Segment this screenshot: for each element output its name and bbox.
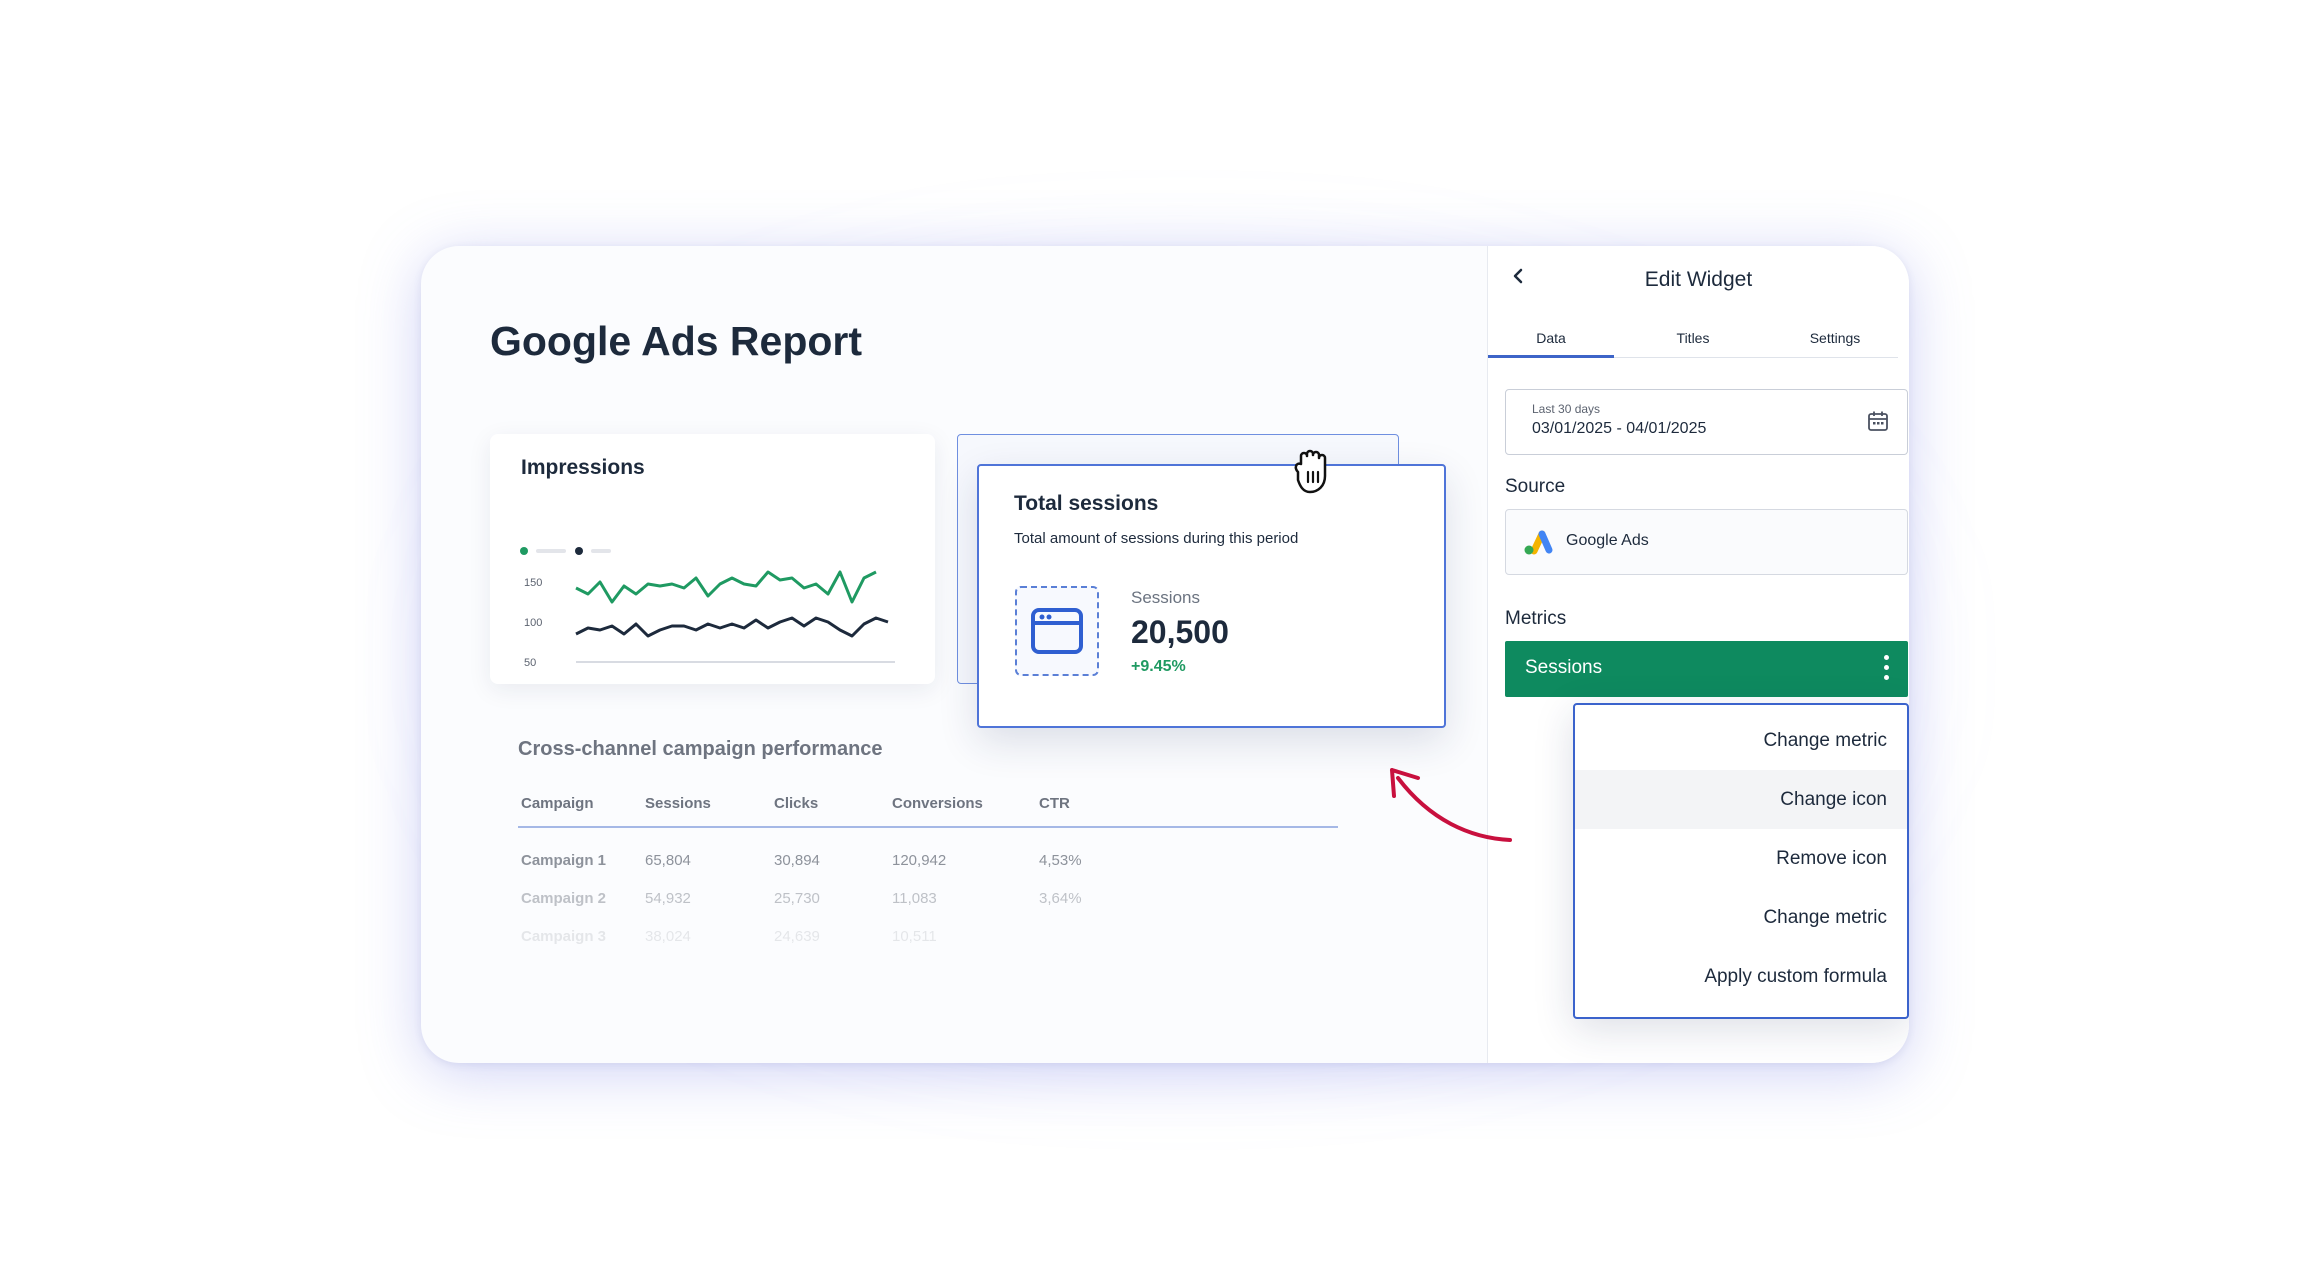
campaign-table: Campaign Sessions Clicks Conversions CTR… [518, 784, 1338, 956]
column-header[interactable]: Clicks [774, 784, 818, 824]
table-cell: 25,730 [774, 890, 820, 907]
y-tick-label: 50 [524, 657, 536, 669]
date-range-value: 03/01/2025 - 04/01/2025 [1532, 420, 1707, 437]
panel-title: Edit Widget [1644, 268, 1753, 291]
table-cell: 30,894 [774, 852, 820, 869]
menu-item-apply-custom-formula[interactable]: Apply custom formula [1575, 947, 1907, 1006]
source-selector[interactable]: Google Ads [1505, 509, 1908, 575]
metric-change: +9.45% [1131, 658, 1186, 675]
menu-item-change-metric-2[interactable]: Change metric [1575, 888, 1907, 947]
table-cell: 120,942 [892, 852, 947, 869]
tab-data[interactable]: Data [1488, 318, 1614, 358]
series-b-line [575, 616, 889, 638]
edit-widget-panel: Edit Widget Data Titles Settings Last 30… [1487, 246, 1909, 1063]
menu-item-change-metric[interactable]: Change metric [1575, 711, 1907, 770]
page-title: Google Ads Report [490, 318, 863, 364]
calendar-icon[interactable] [1867, 410, 1889, 432]
metric-label: Sessions [1131, 588, 1200, 607]
table-cell: 38,024 [645, 928, 691, 945]
source-section-title: Source [1505, 476, 1566, 497]
tab-titles[interactable]: Titles [1630, 318, 1756, 358]
metrics-section-title: Metrics [1505, 608, 1567, 629]
table-cell: 11,083 [892, 890, 937, 907]
google-ads-icon [1524, 530, 1553, 555]
legend-bar-series-b [591, 549, 611, 553]
table-cell: 4,53% [1039, 852, 1082, 869]
table-title: Cross-channel campaign performance [518, 738, 883, 760]
widget-subtitle: Total amount of sessions during this per… [1014, 530, 1299, 547]
table-cell: 24,639 [774, 928, 820, 945]
metric-context-menu: Change metric Change icon Remove icon Ch… [1573, 703, 1909, 1019]
impressions-widget[interactable]: Impressions 150 100 50 1 5 10 11 15 [490, 434, 935, 684]
column-header[interactable]: Campaign [521, 784, 594, 824]
table-cell: Campaign 2 [521, 890, 607, 907]
impressions-chart: 150 100 50 1 5 10 11 15 [520, 547, 895, 669]
widget-icon-slot[interactable] [1015, 586, 1099, 676]
table-cell: 65,804 [645, 852, 691, 869]
panel-tabs: Data Titles Settings [1488, 318, 1898, 358]
column-header[interactable]: CTR [1039, 784, 1070, 824]
legend-dot-series-a [520, 547, 528, 555]
table-cell: 3,64% [1039, 890, 1082, 907]
curved-arrow-icon [1390, 768, 1512, 842]
table-cell: Campaign 3 [521, 928, 607, 945]
total-sessions-widget[interactable]: Total sessions Total amount of sessions … [977, 464, 1446, 728]
grab-hand-cursor-icon [1294, 449, 1327, 494]
app-window: Google Ads Report Impressions 150 100 50… [421, 246, 1909, 1063]
more-vertical-icon[interactable] [1884, 655, 1890, 683]
table-row: Campaign 1 65,804 30,894 120,942 4,53% [518, 842, 1338, 880]
table-cell: 10,511 [892, 928, 937, 945]
report-canvas: Google Ads Report Impressions 150 100 50… [421, 246, 1471, 1063]
date-range-field[interactable]: Last 30 days 03/01/2025 - 04/01/2025 [1505, 389, 1908, 455]
source-name: Google Ads [1566, 532, 1649, 549]
table-cell: 54,932 [645, 890, 691, 907]
legend-bar-series-a [536, 549, 566, 553]
table-row: Campaign 2 54,932 25,730 11,083 3,64% [518, 880, 1338, 918]
table-header-row: Campaign Sessions Clicks Conversions CTR [518, 784, 1338, 828]
y-tick-label: 150 [524, 577, 542, 589]
menu-item-change-icon[interactable]: Change icon [1575, 770, 1907, 829]
table-row: Campaign 3 38,024 24,639 10,511 [518, 918, 1338, 956]
y-tick-label: 100 [524, 617, 542, 629]
table-cell: Campaign 1 [521, 852, 607, 869]
menu-item-remove-icon[interactable]: Remove icon [1575, 829, 1907, 888]
series-a-line [575, 570, 877, 604]
date-range-label: Last 30 days [1532, 402, 1601, 416]
selected-metric-item[interactable]: Sessions [1505, 641, 1908, 697]
browser-window-icon [1031, 608, 1083, 654]
tab-settings[interactable]: Settings [1772, 318, 1898, 358]
column-header[interactable]: Conversions [892, 784, 983, 824]
metric-value: 20,500 [1131, 614, 1229, 650]
widget-title: Total sessions [1014, 492, 1159, 515]
legend-dot-series-b [575, 547, 583, 555]
selected-metric-label: Sessions [1525, 657, 1603, 678]
column-header[interactable]: Sessions [645, 784, 711, 824]
